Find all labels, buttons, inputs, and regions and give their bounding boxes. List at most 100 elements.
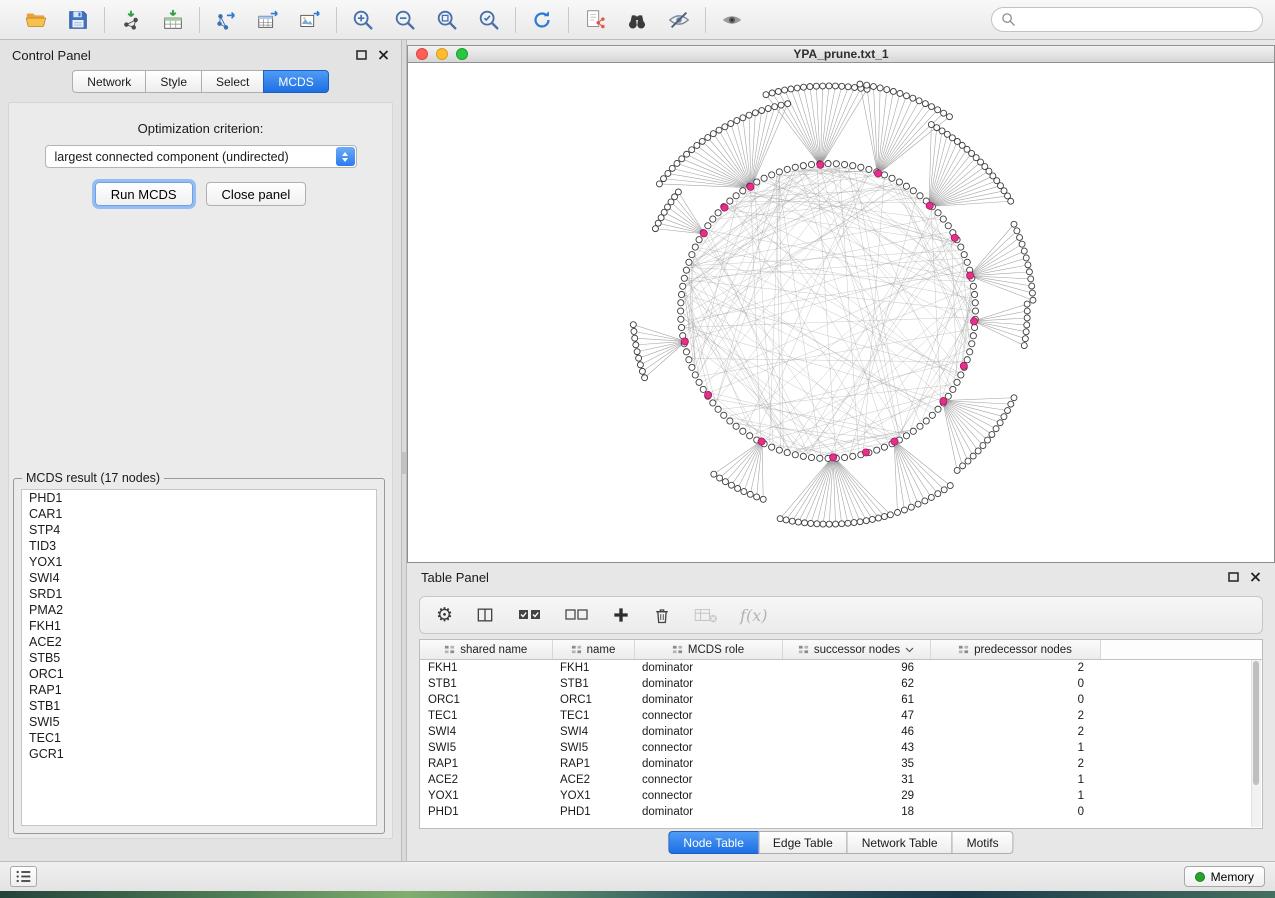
node-table-cell[interactable] [1100,724,1262,740]
float-table-panel-button[interactable] [1228,572,1239,582]
node-table-row[interactable]: TEC1TEC1connector472 [420,708,1262,724]
node-table-cell[interactable] [1100,756,1262,772]
zoom-out-button[interactable] [390,5,420,35]
node-table-cell[interactable]: RAP1 [552,756,634,772]
clone-network-button[interactable] [580,5,610,35]
node-table-cell[interactable]: dominator [634,676,782,692]
deselect-all-columns-button[interactable] [564,606,590,624]
node-table-row[interactable]: FKH1FKH1dominator962 [420,660,1262,677]
node-table-cell[interactable]: YOX1 [420,788,552,804]
mcds-result-item[interactable]: ACE2 [22,634,376,650]
node-table-row[interactable]: SWI5SWI5connector431 [420,740,1262,756]
node-table-cell[interactable]: 31 [782,772,930,788]
node-table-cell[interactable]: 2 [930,724,1100,740]
node-table-cell[interactable]: STB1 [420,676,552,692]
node-table-cell[interactable]: 61 [782,692,930,708]
node-table-cell[interactable]: dominator [634,724,782,740]
node-table-cell[interactable]: 0 [930,804,1100,820]
save-session-button[interactable] [63,5,93,35]
node-table-cell[interactable]: STB1 [552,676,634,692]
tab-motifs[interactable]: Motifs [952,831,1014,854]
node-table-cell[interactable]: dominator [634,660,782,677]
node-table-cell[interactable]: 0 [930,676,1100,692]
node-table-cell[interactable]: 47 [782,708,930,724]
window-minimize-button[interactable] [436,48,448,60]
node-table-row[interactable]: SWI4SWI4dominator462 [420,724,1262,740]
node-table-cell[interactable]: 2 [930,660,1100,677]
column-header-name[interactable]: name [552,640,634,660]
node-table-row[interactable]: PHD1PHD1dominator180 [420,804,1262,820]
node-table-cell[interactable]: 2 [930,756,1100,772]
mcds-result-item[interactable]: TID3 [22,538,376,554]
mcds-result-item[interactable]: STB1 [22,698,376,714]
tab-network[interactable]: Network [72,70,146,93]
node-table-cell[interactable]: connector [634,708,782,724]
node-table-cell[interactable]: 29 [782,788,930,804]
delete-table-button[interactable] [693,606,719,624]
node-table-cell[interactable] [1100,804,1262,820]
node-table-cell[interactable]: 43 [782,740,930,756]
export-table-button[interactable] [253,5,283,35]
node-table-row[interactable]: STB1STB1dominator620 [420,676,1262,692]
mcds-result-item[interactable]: CAR1 [22,506,376,522]
tab-style[interactable]: Style [145,70,202,93]
window-maximize-button[interactable] [456,48,468,60]
mcds-result-item[interactable]: PMA2 [22,602,376,618]
node-table-cell[interactable]: PHD1 [552,804,634,820]
network-graph[interactable] [408,63,1274,561]
column-header-shared-name[interactable]: shared name [420,640,552,660]
node-table-cell[interactable] [1100,772,1262,788]
node-table-row[interactable]: RAP1RAP1dominator352 [420,756,1262,772]
node-table-cell[interactable] [1100,692,1262,708]
network-canvas[interactable] [407,63,1275,563]
mcds-result-item[interactable]: GCR1 [22,746,376,762]
node-table-cell[interactable] [1100,676,1262,692]
node-table-cell[interactable]: YOX1 [552,788,634,804]
column-header-successor-nodes[interactable]: successor nodes [782,640,930,660]
mcds-result-item[interactable]: SWI5 [22,714,376,730]
compare-networks-button[interactable] [664,5,694,35]
network-window-titlebar[interactable]: YPA_prune.txt_1 [407,45,1275,63]
close-panel-button[interactable] [378,50,389,60]
search-network-button[interactable] [622,5,652,35]
mcds-result-item[interactable]: FKH1 [22,618,376,634]
mcds-result-item[interactable]: TEC1 [22,730,376,746]
export-network-button[interactable] [211,5,241,35]
node-table-cell[interactable] [1100,708,1262,724]
mcds-result-item[interactable]: SRD1 [22,586,376,602]
node-table-row[interactable]: ACE2ACE2connector311 [420,772,1262,788]
node-table-cell[interactable]: SWI5 [420,740,552,756]
node-table-cell[interactable]: connector [634,788,782,804]
node-table-cell[interactable]: SWI5 [552,740,634,756]
node-table-cell[interactable]: 2 [930,708,1100,724]
node-table-cell[interactable]: SWI4 [552,724,634,740]
status-menu-button[interactable] [10,866,37,887]
node-table-row[interactable]: YOX1YOX1connector291 [420,788,1262,804]
mcds-result-list[interactable]: PHD1CAR1STP4TID3YOX1SWI4SRD1PMA2FKH1ACE2… [21,489,377,826]
node-table-cell[interactable]: 35 [782,756,930,772]
tab-node-table[interactable]: Node Table [668,831,759,854]
memory-button[interactable]: Memory [1184,866,1265,887]
open-file-button[interactable] [21,5,51,35]
node-table-cell[interactable]: dominator [634,804,782,820]
mcds-result-item[interactable]: ORC1 [22,666,376,682]
window-close-button[interactable] [416,48,428,60]
close-table-panel-button[interactable] [1250,572,1261,582]
node-table-cell[interactable]: ACE2 [420,772,552,788]
criterion-dropdown[interactable]: largest connected component (undirected) [45,145,357,168]
node-table-cell[interactable]: connector [634,740,782,756]
tab-network-table[interactable]: Network Table [847,831,953,854]
node-table-cell[interactable]: ORC1 [420,692,552,708]
mcds-result-item[interactable]: RAP1 [22,682,376,698]
node-table-cell[interactable]: SWI4 [420,724,552,740]
node-table-cell[interactable]: PHD1 [420,804,552,820]
node-table-cell[interactable]: 46 [782,724,930,740]
show-hide-button[interactable] [717,5,747,35]
node-table-cell[interactable]: 0 [930,692,1100,708]
close-panel-button-mcds[interactable]: Close panel [206,182,307,206]
run-mcds-button[interactable]: Run MCDS [95,182,193,206]
node-table-cell[interactable]: ORC1 [552,692,634,708]
node-table-cell[interactable]: RAP1 [420,756,552,772]
node-table-cell[interactable]: ACE2 [552,772,634,788]
node-table-cell[interactable]: TEC1 [552,708,634,724]
